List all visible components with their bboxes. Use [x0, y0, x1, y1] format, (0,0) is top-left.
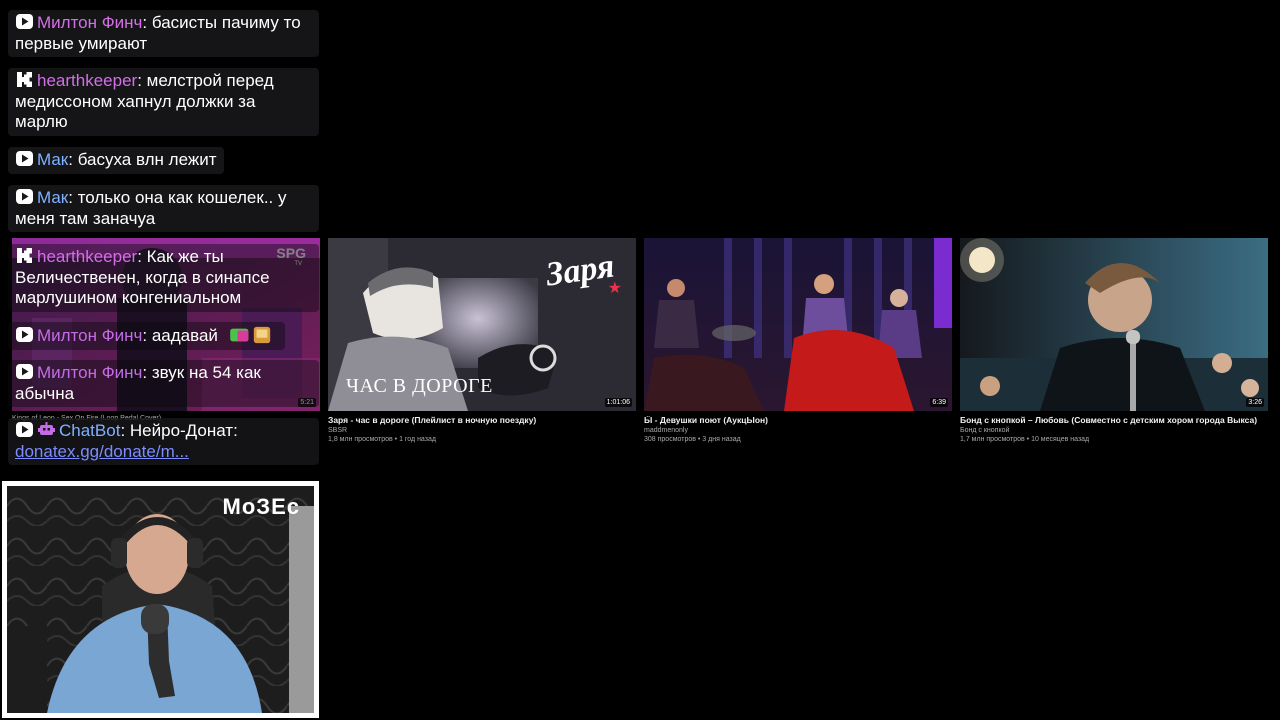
video-duration: 1:01:06: [604, 398, 632, 407]
chat-message: Милтон Финч: аадавай: [8, 322, 285, 350]
video-duration: 6:39: [930, 398, 948, 407]
chat-message: hearthkeeper: Как же ты Величественен, к…: [8, 244, 319, 312]
video-card[interactable]: 6:39 Ӹ - Девушки поют (АукцЫон) maddmeno…: [644, 238, 952, 444]
video-channel[interactable]: Бонд с кнопкой: [960, 426, 1268, 435]
chat-overlay: Милтон Финч: басисты пачиму то первые ум…: [0, 0, 324, 478]
video-channel[interactable]: SBSR: [328, 426, 636, 435]
chat-message: Милтон Финч: звук на 54 как абычна: [8, 360, 319, 407]
video-card[interactable]: Заря ★ ЧАС В ДОРОГЕ 1:01:06 Заря - час в…: [328, 238, 636, 444]
thumbnail-caption: ЧАС В ДОРОГЕ: [346, 375, 493, 397]
emote-icon: [229, 326, 270, 344]
chat-username[interactable]: Мак: [37, 150, 68, 169]
video-title[interactable]: Заря - час в дороге (Плейлист в ночную п…: [328, 415, 636, 426]
chat-text: : аадавай: [142, 326, 218, 345]
video-duration: 3:26: [1246, 398, 1264, 407]
chat-message: hearthkeeper: мелстрой перед медиссоном …: [8, 68, 319, 136]
youtube-icon: [16, 151, 33, 166]
youtube-icon: [16, 14, 33, 29]
chat-username[interactable]: ChatBot: [59, 421, 120, 440]
chat-username[interactable]: hearthkeeper: [37, 71, 137, 90]
webcam-video: МоЗЕс: [7, 486, 314, 713]
chat-username[interactable]: Мак: [37, 188, 68, 207]
video-title[interactable]: Бонд с кнопкой – Любовь (Совместно с дет…: [960, 415, 1268, 426]
video-card[interactable]: 3:26 Бонд с кнопкой – Любовь (Совместно …: [960, 238, 1268, 444]
video-title[interactable]: Ӹ - Девушки поют (АукцЫон): [644, 415, 952, 426]
chat-username[interactable]: Милтон Финч: [37, 13, 142, 32]
video-thumbnail[interactable]: Заря ★ ЧАС В ДОРОГЕ 1:01:06: [328, 238, 636, 411]
chat-message: Мак: только она как кошелек.. у меня там…: [8, 185, 319, 232]
youtube-icon: [16, 422, 33, 437]
video-stats: 308 просмотров • 3 дня назад: [644, 436, 741, 443]
chat-text: : басуха влн лежит: [68, 150, 217, 169]
kick-icon: [17, 72, 32, 87]
chat-message: Милтон Финч: басисты пачиму то первые ум…: [8, 10, 319, 57]
video-stats: 1,7 млн просмотров • 10 месяцев назад: [960, 436, 1090, 443]
chat-message: Мак: басуха влн лежит: [8, 147, 224, 174]
video-stats: 1,8 млн просмотров • 1 год назад: [328, 436, 436, 443]
video-thumbnail[interactable]: 3:26: [960, 238, 1268, 411]
chat-text: : Нейро-Донат:: [120, 421, 238, 440]
youtube-icon: [16, 364, 33, 379]
webcam-frame: МоЗЕс: [2, 481, 319, 718]
youtube-icon: [16, 327, 33, 342]
chat-username[interactable]: Милтон Финч: [37, 326, 142, 345]
chat-username[interactable]: Милтон Финч: [37, 363, 142, 382]
youtube-icon: [16, 189, 33, 204]
streamer-logo: МоЗЕс: [222, 494, 300, 519]
donate-link[interactable]: donatex.gg/donate/m...: [15, 442, 189, 461]
robot-icon: [38, 422, 55, 435]
video-channel[interactable]: maddmenonly: [644, 426, 952, 435]
chat-message: ChatBot: Нейро-Донат: donatex.gg/donate/…: [8, 418, 319, 465]
star-icon: ★: [607, 280, 622, 297]
chat-username[interactable]: hearthkeeper: [37, 247, 137, 266]
video-thumbnail[interactable]: 6:39: [644, 238, 952, 411]
kick-icon: [17, 248, 32, 263]
